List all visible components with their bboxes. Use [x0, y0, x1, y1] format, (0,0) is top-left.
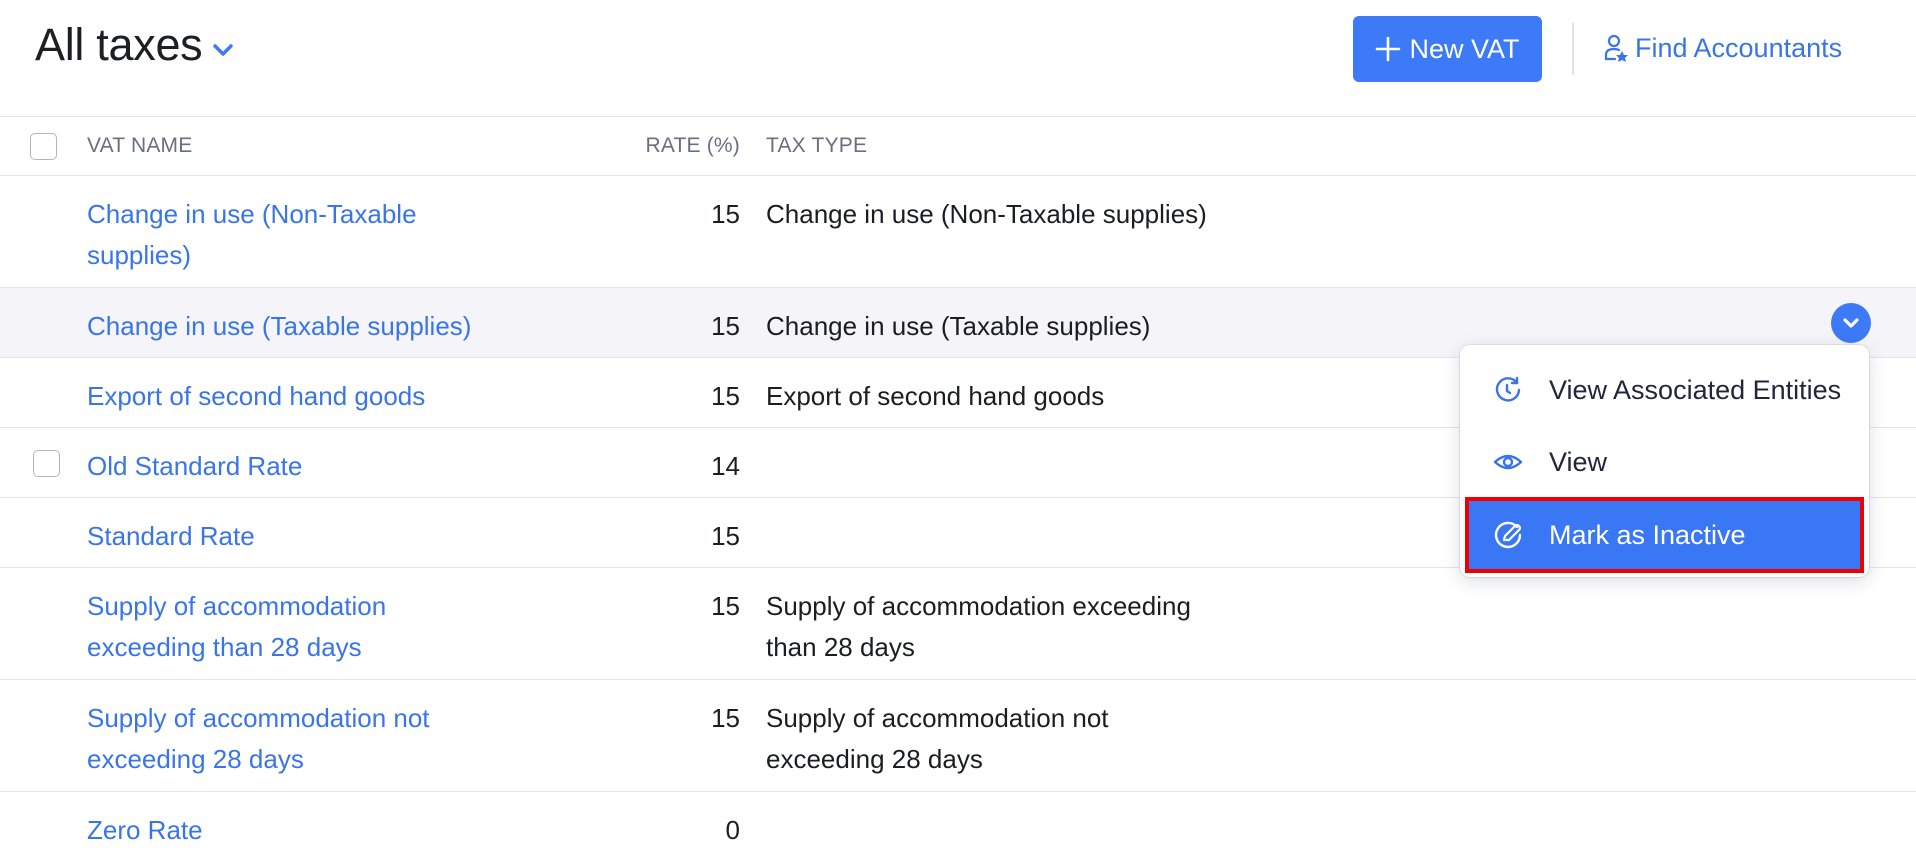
vat-rate: 15 [711, 311, 740, 341]
vat-rate: 15 [711, 521, 740, 551]
vat-rate: 15 [711, 199, 740, 229]
vat-rate: 15 [711, 381, 740, 411]
view-selector[interactable]: All taxes [35, 18, 234, 72]
page-header: All taxes New VAT Find Accountants [0, 0, 1916, 117]
vat-rate: 0 [725, 815, 740, 845]
find-accountants-link[interactable]: Find Accountants [1603, 28, 1842, 68]
vat-name-link[interactable]: Change in use (Non-Taxable supplies) [87, 194, 487, 276]
eye-icon [1493, 447, 1523, 477]
user-star-icon [1604, 34, 1628, 62]
menu-item-label: Mark as Inactive [1549, 519, 1746, 550]
table-row[interactable]: Supply of accommodation not exceeding 28… [0, 680, 1916, 792]
vat-name-link[interactable]: Old Standard Rate [87, 446, 487, 487]
table-row[interactable]: Zero Rate 0 [0, 792, 1916, 858]
menu-item-label: View Associated Entities [1549, 374, 1842, 405]
vat-rate: 15 [711, 591, 740, 621]
column-header-tax-type[interactable]: TAX TYPE [766, 134, 867, 158]
table-header: VAT NAME RATE (%) TAX TYPE [0, 117, 1916, 176]
tax-type: Change in use (Taxable supplies) [766, 311, 1151, 341]
column-header-rate[interactable]: RATE (%) [645, 134, 740, 158]
row-checkbox[interactable] [33, 450, 60, 477]
vat-name-link[interactable]: Standard Rate [87, 516, 487, 557]
edit-circle-icon [1493, 520, 1523, 550]
page-title: All taxes [35, 19, 203, 70]
find-accountants-label: Find Accountants [1635, 32, 1843, 63]
vat-name-link[interactable]: Supply of accommodation exceeding than 2… [87, 586, 447, 668]
chevron-down-icon [213, 44, 234, 56]
tax-type: Change in use (Non-Taxable supplies) [766, 199, 1207, 229]
menu-item-view[interactable]: View [1468, 427, 1861, 497]
vat-name-link[interactable]: Zero Rate [87, 810, 487, 851]
table-row[interactable]: Supply of accommodation exceeding than 2… [0, 568, 1916, 680]
table-row[interactable]: Change in use (Non-Taxable supplies) 15 … [0, 176, 1916, 288]
plus-icon [1376, 36, 1401, 62]
tax-type: Export of second hand goods [766, 381, 1105, 411]
menu-item-label: View [1549, 446, 1608, 477]
new-vat-button[interactable]: New VAT [1353, 16, 1542, 82]
history-icon [1493, 375, 1523, 405]
row-actions-menu: View Associated Entities View Mark as In… [1460, 345, 1869, 577]
menu-item-mark-as-inactive[interactable]: Mark as Inactive [1465, 497, 1864, 573]
vat-name-link[interactable]: Supply of accommodation not exceeding 28… [87, 698, 487, 780]
vat-name-link[interactable]: Export of second hand goods [87, 376, 687, 417]
tax-type: Supply of accommodation not exceeding 28… [766, 703, 1109, 774]
select-all-checkbox[interactable] [30, 133, 57, 160]
column-header-vat-name[interactable]: VAT NAME [87, 134, 192, 158]
vat-name-link[interactable]: Change in use (Taxable supplies) [87, 306, 687, 347]
new-vat-label: New VAT [1409, 33, 1520, 64]
vat-rate: 14 [711, 451, 740, 481]
tax-type: Supply of accommodation exceeding than 2… [766, 591, 1191, 662]
chevron-down-icon [1843, 318, 1859, 328]
row-actions-button[interactable] [1831, 303, 1871, 343]
vat-rate: 15 [711, 703, 740, 733]
header-divider [1572, 23, 1574, 75]
menu-item-view-associated-entities[interactable]: View Associated Entities [1468, 355, 1861, 425]
